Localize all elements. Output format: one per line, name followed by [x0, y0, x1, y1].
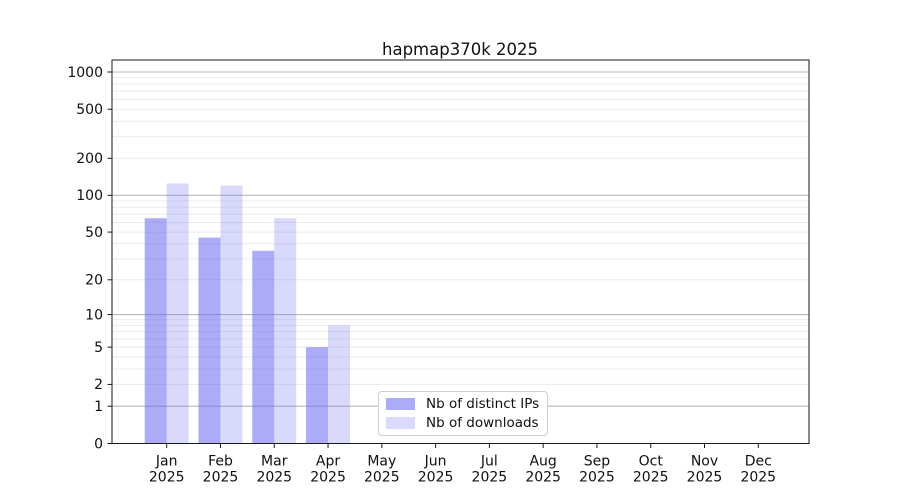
y-tick-label: 2: [94, 377, 103, 393]
x-tick-label-year: 2025: [472, 470, 508, 486]
bar-series0-month1: [198, 238, 220, 444]
legend-swatch-downloads-icon: [386, 417, 415, 430]
legend-row-distinct-ips: Nb of distinct IPs: [386, 397, 547, 412]
y-tick-label: 200: [76, 151, 103, 167]
x-tick-label-month: Mar: [261, 454, 288, 470]
x-tick-label-month: Oct: [639, 454, 664, 470]
x-tick-label-year: 2025: [579, 470, 615, 486]
chart-title: hapmap370k 2025: [382, 40, 538, 59]
chart-figure: 01251020501002005001000Jan2025Feb2025Mar…: [0, 0, 900, 500]
x-tick-label-month: Dec: [745, 454, 772, 470]
x-tick-label-year: 2025: [418, 470, 454, 486]
bar-series0-month3: [306, 347, 328, 443]
x-tick-label-year: 2025: [740, 470, 776, 486]
x-tick-label-year: 2025: [364, 470, 400, 486]
x-tick-label-month: May: [367, 454, 396, 470]
legend: Nb of distinct IPs Nb of downloads: [378, 391, 548, 436]
legend-label-downloads: Nb of downloads: [426, 415, 539, 431]
bar-series0-month2: [252, 251, 274, 444]
x-tick-label-month: Jul: [480, 454, 498, 470]
y-tick-label: 0: [94, 436, 103, 452]
y-tick-label: 500: [76, 102, 103, 118]
bar-series0-month0: [145, 218, 167, 443]
x-tick-label-year: 2025: [256, 470, 292, 486]
bar-series1-month1: [220, 186, 242, 444]
y-tick-label: 1: [94, 399, 103, 415]
x-tick-label-month: Aug: [529, 454, 556, 470]
y-tick-label: 20: [85, 273, 103, 289]
legend-row-downloads: Nb of downloads: [386, 416, 547, 431]
y-tick-label: 1000: [67, 65, 103, 81]
x-tick-label-year: 2025: [687, 470, 723, 486]
x-tick-label-month: Apr: [316, 454, 340, 470]
x-tick-label-month: Sep: [584, 454, 611, 470]
x-tick-label-month: Feb: [208, 454, 233, 470]
x-tick-label-year: 2025: [633, 470, 669, 486]
x-tick-label-year: 2025: [203, 470, 239, 486]
bar-series1-month0: [167, 183, 189, 443]
x-tick-label-month: Nov: [691, 454, 718, 470]
x-tick-label-month: Jun: [424, 454, 447, 470]
x-tick-label-year: 2025: [310, 470, 346, 486]
legend-swatch-distinct-ips-icon: [386, 398, 415, 411]
x-tick-label-year: 2025: [525, 470, 561, 486]
bar-series1-month2: [274, 218, 296, 443]
x-tick-label-month: Jan: [155, 454, 178, 470]
legend-label-distinct-ips: Nb of distinct IPs: [426, 396, 539, 412]
y-tick-label: 10: [85, 307, 103, 323]
y-tick-label: 5: [94, 340, 103, 356]
bar-series1-month3: [328, 325, 350, 443]
y-tick-label: 100: [76, 188, 103, 204]
y-tick-label: 50: [85, 225, 103, 241]
x-tick-label-year: 2025: [149, 470, 185, 486]
